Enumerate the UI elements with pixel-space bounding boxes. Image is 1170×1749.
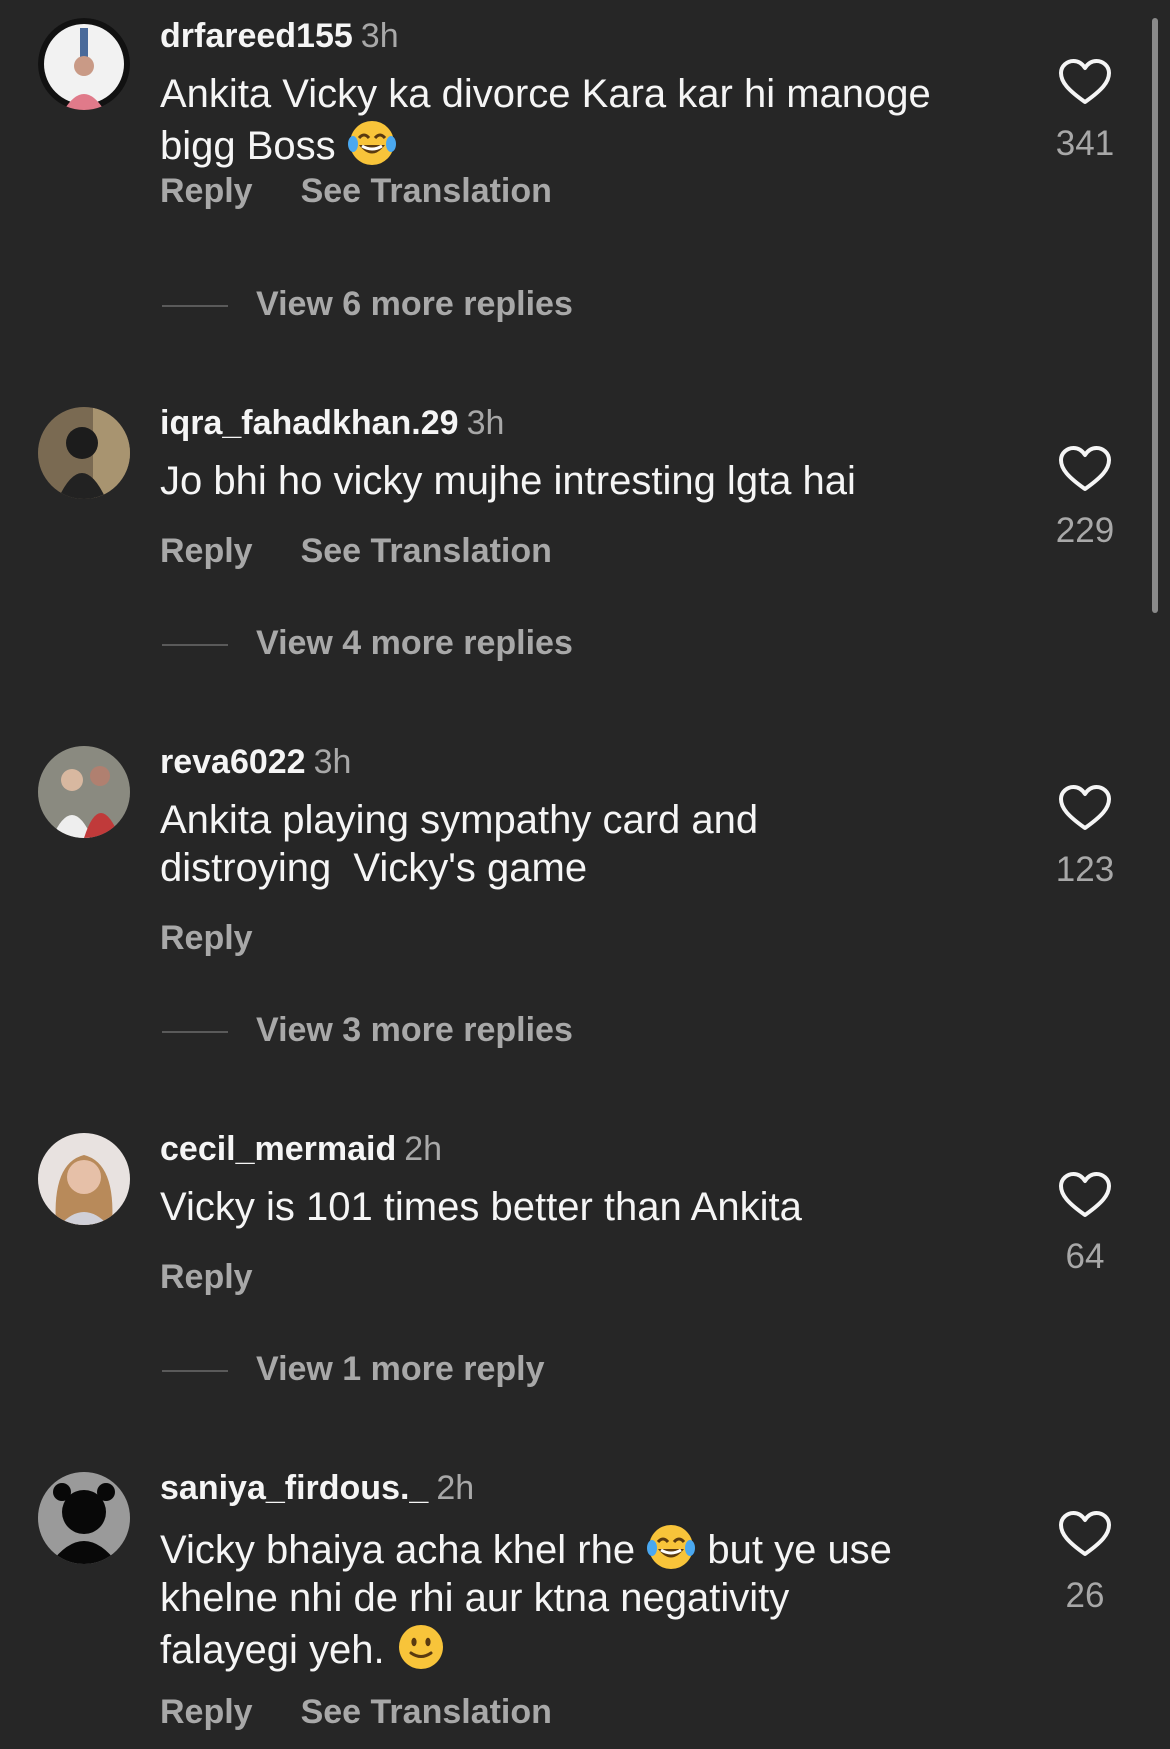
comment-actions: Reply See Translation [160, 171, 552, 211]
timestamp: 3h [313, 743, 352, 781]
like-count: 341 [1055, 124, 1115, 163]
comment-actions: Reply See Translation [160, 1692, 552, 1732]
see-translation-button[interactable]: See Translation [301, 1693, 552, 1731]
view-more-replies-button[interactable]: View 6 more replies [162, 284, 573, 324]
username[interactable]: reva6022 [160, 743, 306, 781]
comment-actions: Reply [160, 1257, 253, 1297]
like-control: 341 [1045, 58, 1125, 164]
comment-header: cecil_mermaid 2h [160, 1129, 442, 1169]
timestamp: 2h [404, 1130, 443, 1168]
like-count: 26 [1065, 1576, 1105, 1615]
comment-text: Vicky is 101 times better than Ankita [160, 1185, 802, 1229]
avatar[interactable] [38, 1133, 130, 1225]
comment-header: reva6022 3h [160, 742, 351, 782]
like-control: 123 [1045, 784, 1125, 890]
divider [162, 1031, 228, 1034]
slightly-smiling-face-icon [396, 1622, 446, 1672]
timestamp: 3h [466, 404, 505, 442]
like-control: 64 [1045, 1171, 1125, 1277]
like-control: 229 [1045, 445, 1125, 551]
divider [162, 644, 228, 647]
comment-text: Vicky bhaiya acha khel rhe but ye use kh… [160, 1522, 1010, 1674]
reply-button[interactable]: Reply [160, 172, 253, 210]
comment-header: iqra_fahadkhan.29 3h [160, 403, 504, 443]
like-count: 123 [1055, 850, 1115, 889]
view-more-replies-button[interactable]: View 3 more replies [162, 1010, 573, 1050]
username[interactable]: drfareed155 [160, 17, 353, 55]
comment-actions: Reply [160, 918, 253, 958]
comment-text: Ankita playing sympathy card and distroy… [160, 798, 759, 890]
comment-actions: Reply See Translation [160, 531, 552, 571]
avatar[interactable] [38, 746, 130, 838]
divider [162, 1370, 228, 1373]
like-control: 26 [1045, 1510, 1125, 1616]
face-with-tears-of-joy-icon [646, 1522, 696, 1572]
see-translation-button[interactable]: See Translation [301, 532, 552, 570]
username[interactable]: iqra_fahadkhan.29 [160, 404, 459, 442]
face-with-tears-of-joy-icon [347, 118, 397, 168]
divider [162, 305, 228, 308]
heart-outline-icon[interactable] [1058, 1510, 1112, 1558]
scrollbar[interactable] [1152, 18, 1158, 613]
avatar[interactable] [38, 18, 130, 110]
avatar[interactable] [38, 407, 130, 499]
username[interactable]: saniya_firdous._ [160, 1469, 428, 1507]
comment-header: saniya_firdous._ 2h [160, 1468, 474, 1508]
heart-outline-icon[interactable] [1058, 445, 1112, 493]
reply-button[interactable]: Reply [160, 919, 253, 957]
timestamp: 3h [360, 17, 399, 55]
like-count: 229 [1055, 511, 1115, 550]
like-count: 64 [1065, 1237, 1105, 1276]
comment-text: Jo bhi ho vicky mujhe intresting lgta ha… [160, 459, 856, 503]
heart-outline-icon[interactable] [1058, 784, 1112, 832]
see-translation-button[interactable]: See Translation [301, 172, 552, 210]
heart-outline-icon[interactable] [1058, 58, 1112, 106]
comment-text: Ankita Vicky ka divorce Kara kar hi mano… [160, 72, 931, 168]
comment-header: drfareed155 3h [160, 16, 399, 56]
heart-outline-icon[interactable] [1058, 1171, 1112, 1219]
reply-button[interactable]: Reply [160, 1693, 253, 1731]
view-more-replies-button[interactable]: View 4 more replies [162, 623, 573, 663]
reply-button[interactable]: Reply [160, 1258, 253, 1296]
timestamp: 2h [436, 1469, 475, 1507]
avatar[interactable] [38, 1472, 130, 1564]
username[interactable]: cecil_mermaid [160, 1130, 396, 1168]
view-more-replies-button[interactable]: View 1 more reply [162, 1349, 545, 1389]
reply-button[interactable]: Reply [160, 532, 253, 570]
